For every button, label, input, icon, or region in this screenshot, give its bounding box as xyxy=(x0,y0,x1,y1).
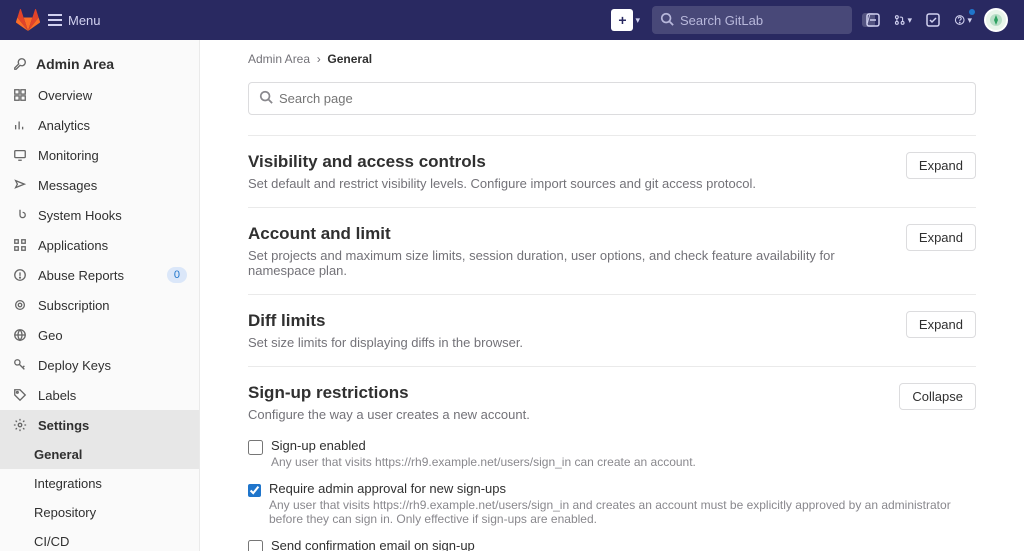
sidebar-item-subscription[interactable]: Subscription xyxy=(0,290,199,320)
overview-icon xyxy=(12,87,28,103)
user-avatar[interactable] xyxy=(984,8,1008,32)
sidebar-item-labels[interactable]: Labels xyxy=(0,380,199,410)
search-icon xyxy=(660,12,674,29)
plus-icon: + xyxy=(611,9,633,31)
sidebar-item-settings[interactable]: Settings xyxy=(0,410,199,440)
page-search-input[interactable] xyxy=(279,91,965,106)
section-signup-restrictions: Sign-up restrictions Configure the way a… xyxy=(248,366,976,551)
sidebar-sub-cicd[interactable]: CI/CD xyxy=(0,527,199,551)
sidebar-item-overview[interactable]: Overview xyxy=(0,80,199,110)
breadcrumb-current: General xyxy=(327,52,372,66)
section-desc: Set default and restrict visibility leve… xyxy=(248,176,894,191)
sidebar: Admin Area Overview Analytics Monitoring… xyxy=(0,40,200,551)
page-search-container[interactable] xyxy=(248,82,976,115)
section-desc: Set projects and maximum size limits, se… xyxy=(248,248,894,278)
applications-icon xyxy=(12,237,28,253)
notification-dot xyxy=(969,9,975,15)
issues-icon[interactable] xyxy=(864,11,882,29)
sidebar-item-system-hooks[interactable]: System Hooks xyxy=(0,200,199,230)
checkbox-label: Require admin approval for new sign-ups xyxy=(269,481,976,496)
create-new-dropdown[interactable]: + ▾ xyxy=(611,9,640,31)
checkbox-help: Any user that visits https://rh9.example… xyxy=(269,498,976,526)
sidebar-item-analytics[interactable]: Analytics xyxy=(0,110,199,140)
messages-icon xyxy=(12,177,28,193)
expand-button[interactable]: Expand xyxy=(906,224,976,251)
section-diff-limits: Diff limits Set size limits for displayi… xyxy=(248,294,976,366)
breadcrumb: Admin Area › General xyxy=(248,52,976,66)
section-title: Diff limits xyxy=(248,311,894,331)
section-title: Account and limit xyxy=(248,224,894,244)
analytics-icon xyxy=(12,117,28,133)
gitlab-logo-icon[interactable] xyxy=(16,8,40,32)
sidebar-sub-repository[interactable]: Repository xyxy=(0,498,199,527)
search-icon xyxy=(259,90,273,107)
sidebar-item-messages[interactable]: Messages xyxy=(0,170,199,200)
signup-enabled-checkbox[interactable] xyxy=(248,440,263,455)
menu-button[interactable]: Menu xyxy=(48,13,101,28)
send-confirmation-row: Send confirmation email on sign-up xyxy=(248,538,976,551)
collapse-button[interactable]: Collapse xyxy=(899,383,976,410)
checkbox-label: Sign-up enabled xyxy=(271,438,696,453)
hook-icon xyxy=(12,207,28,223)
gear-icon xyxy=(12,417,28,433)
help-icon[interactable]: ▾ xyxy=(954,11,972,29)
section-desc: Set size limits for displaying diffs in … xyxy=(248,335,894,350)
section-title: Visibility and access controls xyxy=(248,152,894,172)
key-icon xyxy=(12,357,28,373)
require-admin-approval-checkbox[interactable] xyxy=(248,483,261,498)
hamburger-icon xyxy=(48,14,62,26)
top-navbar: Menu + ▾ / ▾ ▾ xyxy=(0,0,1024,40)
chevron-down-icon: ▾ xyxy=(907,15,912,26)
admin-wrench-icon xyxy=(12,56,28,72)
checkbox-label: Send confirmation email on sign-up xyxy=(271,538,475,551)
sidebar-item-abuse-reports[interactable]: Abuse Reports0 xyxy=(0,260,199,290)
sidebar-title: Admin Area xyxy=(0,48,199,80)
breadcrumb-root[interactable]: Admin Area xyxy=(248,52,310,66)
labels-icon xyxy=(12,387,28,403)
global-search[interactable]: / xyxy=(652,6,852,34)
chevron-down-icon: ▾ xyxy=(635,15,640,26)
send-confirmation-checkbox[interactable] xyxy=(248,540,263,551)
todos-icon[interactable] xyxy=(924,11,942,29)
expand-button[interactable]: Expand xyxy=(906,152,976,179)
search-input[interactable] xyxy=(680,13,856,28)
main-content: Admin Area › General Visibility and acce… xyxy=(200,40,1024,551)
sidebar-item-deploy-keys[interactable]: Deploy Keys xyxy=(0,350,199,380)
section-visibility: Visibility and access controls Set defau… xyxy=(248,135,976,207)
signup-enabled-row: Sign-up enabled Any user that visits htt… xyxy=(248,438,976,469)
section-account-limit: Account and limit Set projects and maxim… xyxy=(248,207,976,294)
menu-label: Menu xyxy=(68,13,101,28)
section-title: Sign-up restrictions xyxy=(248,383,887,403)
sidebar-item-geo[interactable]: Geo xyxy=(0,320,199,350)
abuse-count-badge: 0 xyxy=(167,267,187,283)
section-desc: Configure the way a user creates a new a… xyxy=(248,407,887,422)
monitoring-icon xyxy=(12,147,28,163)
subscription-icon xyxy=(12,297,28,313)
abuse-icon xyxy=(12,267,28,283)
geo-icon xyxy=(12,327,28,343)
chevron-down-icon: ▾ xyxy=(967,15,972,26)
checkbox-help: Any user that visits https://rh9.example… xyxy=(271,455,696,469)
sidebar-item-monitoring[interactable]: Monitoring xyxy=(0,140,199,170)
sidebar-sub-integrations[interactable]: Integrations xyxy=(0,469,199,498)
sidebar-item-applications[interactable]: Applications xyxy=(0,230,199,260)
merge-requests-icon[interactable]: ▾ xyxy=(894,11,912,29)
sidebar-sub-general[interactable]: General xyxy=(0,440,199,469)
require-admin-approval-row: Require admin approval for new sign-ups … xyxy=(248,481,976,526)
expand-button[interactable]: Expand xyxy=(906,311,976,338)
